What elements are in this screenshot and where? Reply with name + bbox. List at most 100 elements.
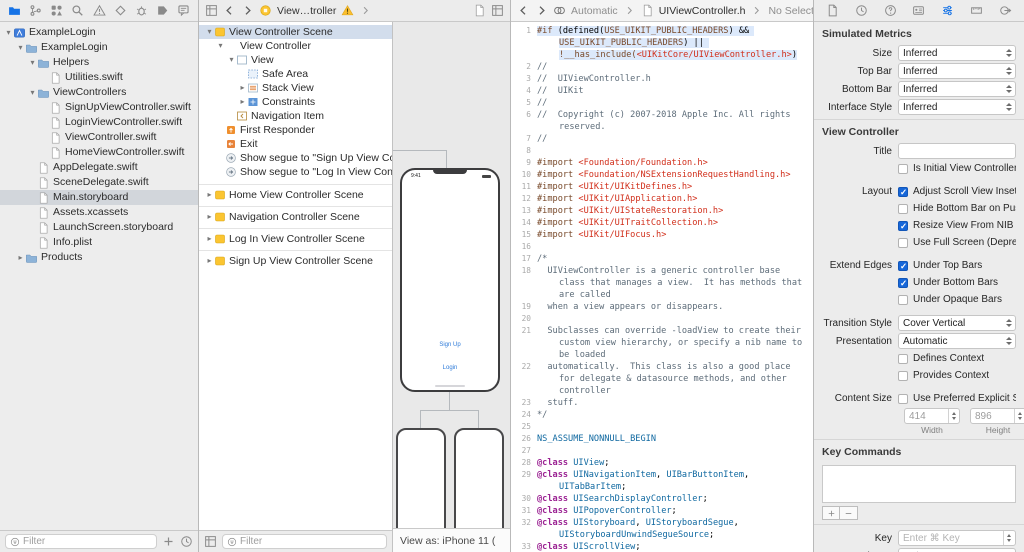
is-initial-view-controller-checkbox[interactable]	[898, 163, 908, 174]
quick-help-inspector-tab-icon[interactable]	[884, 4, 897, 17]
add-file-icon[interactable]	[162, 535, 175, 548]
outline-item[interactable]: ▸ Constraints	[199, 95, 392, 109]
size-dropdown[interactable]: Inferred	[898, 45, 1016, 61]
outline-item[interactable]: Show segue to "Sign Up View Con…"	[199, 151, 392, 165]
adjust-scroll-view-insets-checkbox[interactable]	[898, 186, 908, 198]
report-navigator-icon[interactable]	[177, 4, 190, 17]
disclosure-open-icon[interactable]: ▾	[227, 53, 236, 67]
file-tree-item[interactable]: HomeViewController.swift	[0, 145, 198, 160]
outline-item[interactable]: ▸ Stack View	[199, 81, 392, 95]
file-tree-item[interactable]: ▾ ExampleLogin	[0, 40, 198, 55]
resize-view-from-nib-checkbox[interactable]	[898, 220, 908, 232]
disclosure-closed-icon[interactable]: ▸	[205, 254, 214, 268]
partial-device-preview[interactable]	[396, 428, 446, 528]
debug-navigator-icon[interactable]	[135, 4, 148, 17]
file-tree-item[interactable]: SceneDelegate.swift	[0, 175, 198, 190]
hide-outline-icon[interactable]	[204, 535, 217, 548]
top-bar-dropdown[interactable]: Inferred	[898, 63, 1016, 79]
disclosure-closed-icon[interactable]: ▸	[205, 232, 214, 246]
disclosure-closed-icon[interactable]: ▸	[16, 250, 25, 265]
code-line[interactable]: 27	[511, 445, 813, 457]
disclosure-open-icon[interactable]: ▾	[16, 40, 25, 55]
under-bottom-bars-checkbox[interactable]	[898, 277, 908, 289]
outline-item[interactable]: ▸ Home View Controller Scene	[199, 184, 392, 201]
title-field[interactable]	[898, 143, 1016, 159]
code-line[interactable]: 19 when a view appears or disappears.	[511, 301, 813, 313]
code-line[interactable]: 17/*	[511, 253, 813, 265]
file-tree-item[interactable]: Main.storyboard	[0, 190, 198, 205]
sign-up-button[interactable]: Sign Up	[402, 342, 498, 348]
outline-item[interactable]: Exit	[199, 137, 392, 151]
add-key-command-button[interactable]	[822, 506, 840, 520]
recent-files-icon[interactable]	[180, 535, 193, 548]
outline-item[interactable]: Show segue to "Log In View Cont…"	[199, 165, 392, 179]
login-button[interactable]: Login	[402, 365, 498, 371]
disclosure-open-icon[interactable]: ▾	[216, 39, 225, 53]
code-line[interactable]: 33 @class UIScrollView;	[511, 541, 813, 552]
provides-context-checkbox[interactable]	[898, 370, 908, 381]
file-tree-item[interactable]: AppDelegate.swift	[0, 160, 198, 175]
code-line[interactable]: 24 */	[511, 409, 813, 421]
hide-bottom-bar-on-push-checkbox[interactable]	[898, 203, 908, 214]
code-line[interactable]: 30 @class UISearchDisplayController;	[511, 493, 813, 505]
under-top-bars-checkbox[interactable]	[898, 260, 908, 272]
file-tree-item[interactable]: ▸ Products	[0, 250, 198, 265]
disclosure-open-icon[interactable]: ▾	[205, 25, 214, 39]
code-line[interactable]: 16	[511, 241, 813, 253]
file-tree-item[interactable]: Info.plist	[0, 235, 198, 250]
width-field[interactable]: 414	[904, 408, 960, 424]
stepper-icon[interactable]	[948, 409, 959, 423]
under-opaque-bars-checkbox[interactable]	[898, 294, 908, 305]
remove-key-command-button[interactable]	[840, 506, 858, 520]
height-field[interactable]: 896	[970, 408, 1024, 424]
find-navigator-icon[interactable]	[71, 4, 84, 17]
code-line[interactable]: 31 @class UIPopoverController;	[511, 505, 813, 517]
code-line[interactable]: 10 #import <Foundation/NSExtensionRequest…	[511, 169, 813, 181]
key-commands-list[interactable]	[822, 465, 1016, 503]
disclosure-open-icon[interactable]: ▾	[28, 55, 37, 70]
jump-bar-mode[interactable]: Automatic	[571, 5, 618, 17]
document-outline-toggle-icon[interactable]	[205, 4, 218, 17]
disclosure-closed-icon[interactable]: ▸	[238, 81, 247, 95]
code-line[interactable]: 13 #import <UIKit/UIStateRestoration.h>	[511, 205, 813, 217]
selector-field[interactable]: action	[898, 548, 1016, 552]
back-icon[interactable]	[517, 4, 530, 17]
file-tree-item[interactable]: LoginViewController.swift	[0, 115, 198, 130]
outline-item[interactable]: ▸ Log In View Controller Scene	[199, 228, 392, 245]
code-line[interactable]: 5//	[511, 97, 813, 109]
key-field[interactable]: Enter ⌘ Key	[898, 530, 1016, 546]
file-tree-item[interactable]: SignUpViewController.swift	[0, 100, 198, 115]
stepper-icon[interactable]	[1003, 531, 1014, 545]
code-line[interactable]: 12 #import <UIKit/UIApplication.h>	[511, 193, 813, 205]
code-line[interactable]: 26 NS_ASSUME_NONNULL_BEGIN	[511, 433, 813, 445]
defines-context-checkbox[interactable]	[898, 353, 908, 364]
editor-options-icon[interactable]	[491, 4, 504, 17]
code-line[interactable]: 14 #import <UIKit/UITraitCollection.h>	[511, 217, 813, 229]
outline-filter-field[interactable]: Filter	[222, 534, 387, 549]
stepper-icon[interactable]	[1014, 409, 1024, 423]
file-tree-item[interactable]: LaunchScreen.storyboard	[0, 220, 198, 235]
file-tree-item[interactable]: ▾ ExampleLogin	[0, 25, 198, 40]
use-full-screen-deprecated-checkbox[interactable]	[898, 237, 908, 248]
code-line[interactable]: 7//	[511, 133, 813, 145]
back-icon[interactable]	[223, 4, 236, 17]
history-inspector-tab-icon[interactable]	[855, 4, 868, 17]
attributes-inspector-tab-icon[interactable]	[941, 4, 954, 17]
disclosure-open-icon[interactable]: ▾	[28, 85, 37, 100]
breakpoint-navigator-icon[interactable]	[156, 4, 169, 17]
symbol-nav-icon[interactable]	[50, 4, 63, 17]
use-preferred-explicit-size-checkbox[interactable]	[898, 393, 908, 404]
code-line[interactable]: 22 automatically. This class is also a g…	[511, 361, 813, 397]
connections-inspector-tab-icon[interactable]	[999, 4, 1012, 17]
code-line[interactable]: 3// UIViewController.h	[511, 73, 813, 85]
outline-item[interactable]: First Responder	[199, 123, 392, 137]
code-line[interactable]: 9 #import <Foundation/Foundation.h>	[511, 157, 813, 169]
project-navigator-icon[interactable]	[8, 4, 21, 17]
code-line[interactable]: 6// Copyright (c) 2007-2018 Apple Inc. A…	[511, 109, 813, 133]
code-line[interactable]: 18 UIViewController is a generic control…	[511, 265, 813, 301]
file-tree-item[interactable]: ▾ ViewControllers	[0, 85, 198, 100]
tracking-mode-icon[interactable]	[553, 4, 566, 17]
code-area[interactable]: 1 #if (defined(USE_UIKIT_PUBLIC_HEADERS) …	[511, 22, 813, 552]
code-line[interactable]: 4// UIKit	[511, 85, 813, 97]
forward-icon[interactable]	[535, 4, 548, 17]
